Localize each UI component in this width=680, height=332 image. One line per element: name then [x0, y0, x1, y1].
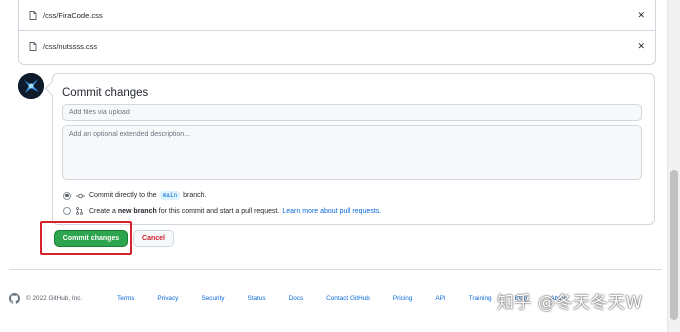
commit-direct-radio[interactable] — [63, 191, 71, 200]
footer-link-api[interactable]: API — [435, 295, 445, 302]
branch-name: main — [159, 191, 181, 200]
new-branch-option[interactable]: Create a new branch for this commit and … — [63, 207, 381, 215]
file-icon — [29, 10, 37, 20]
footer-link-privacy[interactable]: Privacy — [157, 295, 178, 302]
git-commit-icon — [76, 192, 85, 200]
commit-summary-input[interactable] — [62, 104, 642, 121]
commit-direct-suffix: branch. — [183, 192, 207, 199]
commit-changes-button[interactable]: Commit changes — [54, 230, 128, 247]
footer-link-docs[interactable]: Docs — [289, 295, 304, 302]
commit-form: Commit changes Commit directly to the ma… — [52, 73, 655, 225]
commit-direct-label: Commit directly to the — [89, 192, 157, 199]
new-branch-prefix: Create a — [89, 207, 116, 215]
remove-file-icon[interactable]: ✕ — [637, 41, 645, 52]
zhihu-watermark: 知乎 @冬天冬天W — [497, 293, 643, 313]
footer-link-training[interactable]: Training — [469, 295, 492, 302]
footer-divider — [9, 269, 662, 270]
commit-description-textarea[interactable] — [62, 125, 642, 180]
footer-link-pricing[interactable]: Pricing — [393, 295, 413, 302]
footer-link-status[interactable]: Status — [247, 295, 265, 302]
file-row: /css/FiraCode.css ✕ — [19, 0, 655, 30]
footer-link-terms[interactable]: Terms — [117, 295, 134, 302]
commit-title: Commit changes — [62, 87, 149, 99]
file-list: /css/FiraCode.css ✕ /css/nutssss.css ✕ — [18, 0, 656, 65]
file-name: /css/nutssss.css — [43, 41, 98, 51]
file-row: /css/nutssss.css ✕ — [19, 30, 655, 61]
footer-link-contact[interactable]: Contact GitHub — [326, 295, 370, 302]
avatar[interactable] — [18, 73, 44, 99]
scrollbar-track[interactable] — [667, 0, 680, 332]
scrollbar-thumb[interactable] — [670, 170, 678, 320]
git-pull-request-icon — [76, 207, 85, 215]
footer-link-security[interactable]: Security — [201, 295, 224, 302]
file-icon — [29, 41, 37, 51]
learn-more-pull-requests-link[interactable]: Learn more about pull requests. — [282, 208, 381, 215]
new-branch-bold: new branch — [117, 207, 157, 215]
remove-file-icon[interactable]: ✕ — [637, 10, 645, 21]
new-branch-radio[interactable] — [63, 207, 71, 215]
footer-copyright: © 2022 GitHub, Inc. — [26, 294, 83, 302]
github-logo-icon[interactable] — [9, 292, 20, 304]
file-name: /css/FiraCode.css — [43, 10, 103, 20]
cancel-button[interactable]: Cancel — [133, 230, 174, 247]
new-branch-suffix: for this commit and start a pull request… — [158, 207, 280, 215]
commit-direct-option[interactable]: Commit directly to the main branch. — [63, 191, 206, 200]
